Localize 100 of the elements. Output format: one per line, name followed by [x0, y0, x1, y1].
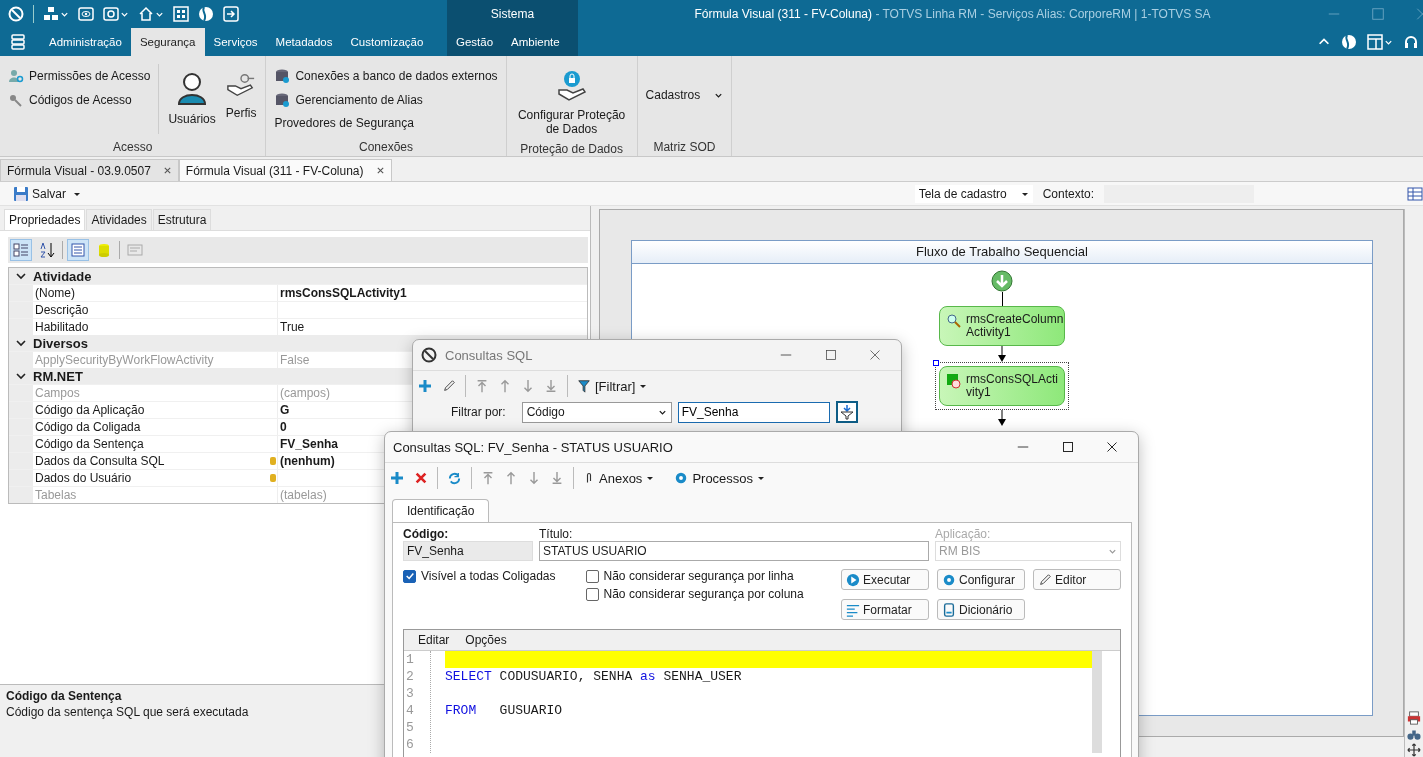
move-bottom-icon[interactable]	[544, 378, 558, 394]
ribbon-item[interactable]: Gerenciamento de Alias	[272, 90, 500, 110]
play-icon	[846, 572, 860, 587]
move-top-icon[interactable]	[481, 470, 495, 486]
attachments-button[interactable]: Anexos	[583, 470, 655, 486]
chevron-icon[interactable]	[15, 270, 27, 282]
filter-input[interactable]: FV_Senha	[677, 401, 830, 423]
document-tab[interactable]: Fórmula Visual - 03.9.0507	[0, 159, 179, 181]
document-tab[interactable]: Fórmula Visual (311 - FV-Coluna)	[178, 159, 392, 181]
move-bottom-icon[interactable]	[550, 470, 564, 486]
globe-icon[interactable]	[198, 6, 214, 22]
eye-icon[interactable]	[78, 6, 94, 22]
table-icon[interactable]	[1407, 185, 1423, 202]
user-key-icon	[8, 68, 24, 84]
save-button[interactable]: Salvar	[10, 184, 69, 203]
view-select[interactable]: Tela de cadastro	[914, 184, 1033, 203]
add-icon[interactable]	[389, 470, 405, 486]
title-field[interactable]: STATUS USUARIO	[539, 541, 929, 561]
chevron-icon[interactable]	[15, 370, 27, 382]
configure-button[interactable]: Configurar	[937, 569, 1025, 590]
editor-menu-item[interactable]: Editar	[418, 633, 450, 647]
ribbon-button[interactable]: Configurar Proteção de Dados	[512, 66, 631, 140]
description-text: Código da sentença SQL que será executada	[6, 705, 249, 719]
ribbon-item[interactable]: Códigos de Acesso	[6, 90, 153, 110]
add-icon[interactable]	[417, 378, 433, 394]
pencil-icon	[1038, 572, 1052, 587]
menu-icon[interactable]	[10, 34, 26, 50]
checkbox-label: Não considerar segurança por linha	[603, 569, 794, 583]
line-number: 2	[405, 668, 415, 685]
property-value[interactable]: 0	[280, 420, 287, 434]
property-row[interactable]: Descrição	[9, 301, 587, 318]
run-button[interactable]: Executar	[841, 569, 929, 590]
ribbon-button[interactable]: Usuários	[165, 66, 219, 138]
ribbon-item[interactable]: Permissões de Acesso	[6, 66, 153, 86]
properties-button[interactable]	[67, 239, 89, 261]
arrow-up-icon[interactable]	[504, 470, 518, 486]
processes-button[interactable]: Processos	[674, 470, 766, 486]
headset-icon[interactable]	[1403, 34, 1419, 50]
logo-icon[interactable]	[8, 6, 24, 22]
category-header[interactable]: Atividade	[9, 268, 587, 284]
category-label: Diversos	[33, 335, 88, 351]
format-button[interactable]: Formatar	[841, 599, 929, 620]
checkbox[interactable]	[403, 569, 416, 583]
blocks-icon[interactable]	[43, 6, 59, 22]
ribbon-item[interactable]: Provedores de Segurança	[272, 114, 500, 132]
form-tab[interactable]: Identificação	[392, 499, 490, 522]
chevron-icon[interactable]	[15, 337, 27, 349]
property-value[interactable]: G	[280, 403, 290, 417]
categorized-button[interactable]	[10, 239, 32, 261]
category-label: RM.NET	[33, 368, 83, 384]
expand-icon[interactable]	[1407, 743, 1421, 757]
line-number: 3	[405, 685, 415, 702]
caret-icon	[639, 382, 648, 390]
edit-button[interactable]: Editor	[1033, 569, 1121, 590]
ribbon-tab[interactable]: Administração	[40, 28, 131, 56]
ribbon-tab[interactable]: Serviços	[204, 28, 267, 56]
maximize-icon[interactable]	[1062, 441, 1074, 453]
code-field[interactable]: FV_Senha	[403, 541, 533, 561]
layout-icon[interactable]	[1367, 34, 1383, 50]
dictionary-button[interactable]: Dicionário	[937, 599, 1025, 620]
apply-filter-button[interactable]	[835, 401, 858, 423]
home-icon[interactable]	[138, 6, 154, 22]
property-name: Código da Aplicação	[35, 403, 145, 417]
checkbox-label: Não considerar segurança por coluna	[603, 587, 804, 601]
print-icon[interactable]	[1407, 711, 1421, 725]
field-label: Título:	[539, 527, 574, 541]
activity-node[interactable]: rmsCreateColumnActivity1	[939, 306, 1065, 346]
panel-tab[interactable]: Propriedades	[4, 209, 86, 230]
list-icon	[127, 242, 143, 258]
property-value[interactable]: True	[280, 320, 305, 334]
panel-tab[interactable]: Estrutura	[152, 209, 212, 230]
globe-icon[interactable]	[1341, 34, 1357, 50]
property-name: Dados da Consulta SQL	[35, 454, 165, 468]
ribbon-tab[interactable]: Metadados	[266, 28, 342, 56]
property-row[interactable]: Habilitado True	[9, 318, 587, 335]
funnel-icon	[577, 378, 591, 394]
checkbox[interactable]	[585, 569, 599, 583]
ribbon-dropdown[interactable]: Cadastros	[643, 60, 726, 102]
ribbon-item[interactable]: Conexões a banco de dados externos	[272, 66, 500, 86]
activity-node[interactable]: rmsConsSQLActivity1	[939, 366, 1065, 406]
filter-field-select[interactable]: Código	[521, 401, 672, 423]
property-value[interactable]: (nenhum)	[280, 454, 335, 468]
filter-button[interactable]: [Filtrar]	[577, 378, 648, 394]
pencil-icon[interactable]	[442, 379, 456, 393]
property-row[interactable]: (Nome) rmsConsSQLActivity1	[9, 284, 587, 301]
move-top-icon[interactable]	[475, 378, 489, 394]
grid-icon[interactable]	[173, 6, 189, 22]
panel-tab[interactable]: Atividades	[86, 209, 152, 230]
ribbon-tab[interactable]: Customização	[341, 28, 433, 56]
exit-icon[interactable]	[223, 6, 239, 22]
checkbox[interactable]	[585, 587, 599, 601]
property-name: Código da Sentença	[35, 437, 144, 451]
property-value[interactable]: rmsConsSQLActivity1	[280, 286, 407, 300]
delete-icon[interactable]	[414, 471, 428, 485]
editor-menu-item[interactable]: Opções	[465, 633, 507, 647]
ribbon-tab[interactable]: Segurança	[130, 28, 205, 56]
arrow-down-icon[interactable]	[527, 470, 541, 486]
section-label: Sistema	[490, 7, 535, 21]
ribbon-button[interactable]: Perfis	[222, 66, 260, 138]
property-value[interactable]: FV_Senha	[280, 437, 339, 451]
